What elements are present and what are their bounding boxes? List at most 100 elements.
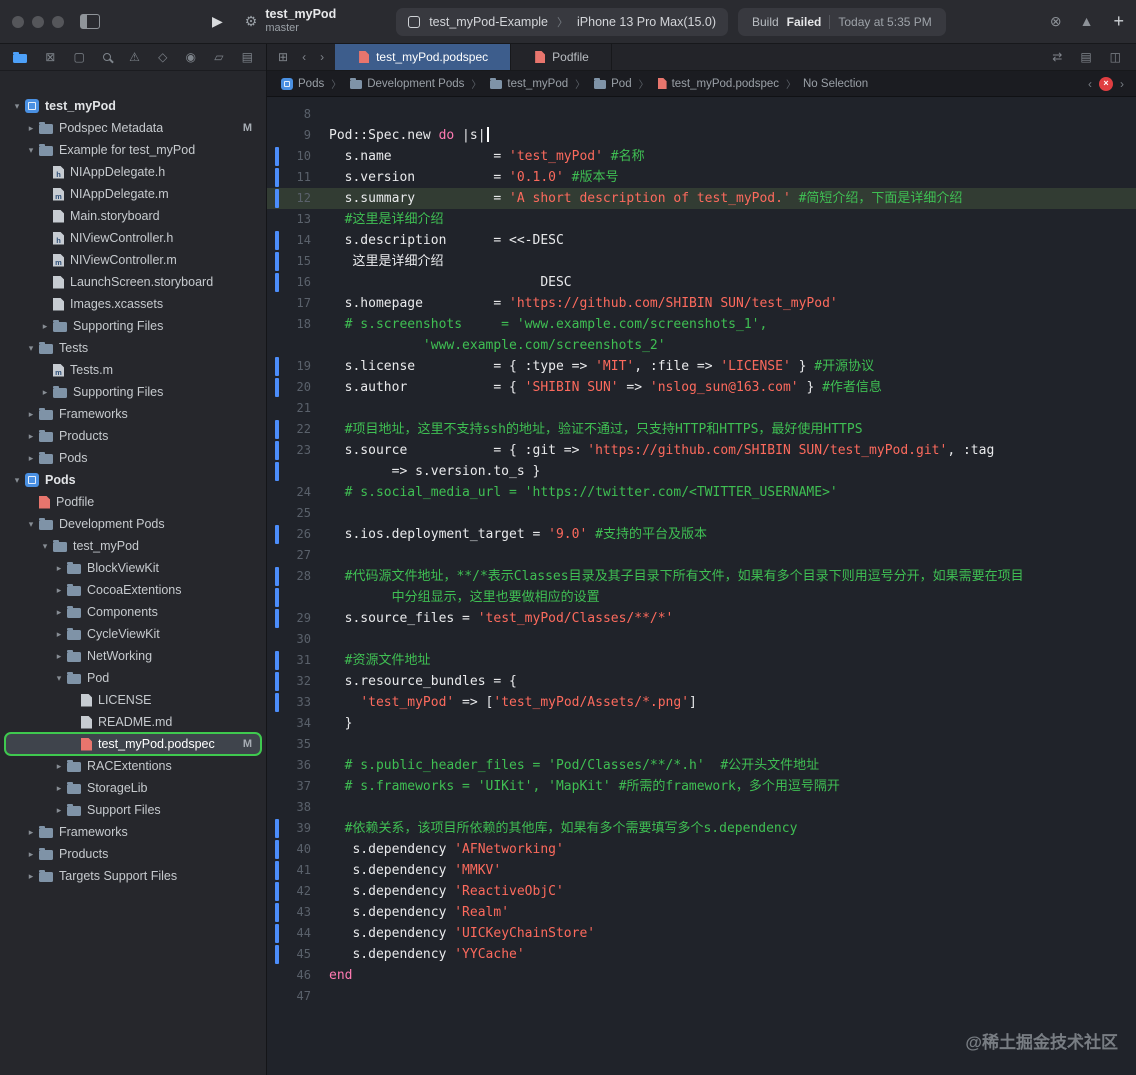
- source-control-navigator-icon[interactable]: ⊠: [45, 50, 55, 64]
- code-line-29[interactable]: 29 s.source_files = 'test_myPod/Classes/…: [267, 608, 1136, 629]
- line-number[interactable]: 18: [267, 314, 311, 335]
- disclosure-triangle-icon[interactable]: ▸: [53, 651, 65, 662]
- debug-navigator-icon[interactable]: ◉: [186, 50, 196, 64]
- line-number[interactable]: 30: [267, 629, 311, 650]
- code-line-33[interactable]: 33 'test_myPod' => ['test_myPod/Assets/*…: [267, 692, 1136, 713]
- code-line-27[interactable]: 27: [267, 545, 1136, 566]
- line-number[interactable]: 27: [267, 545, 311, 566]
- line-number[interactable]: 33: [267, 692, 311, 713]
- line-number[interactable]: 24: [267, 482, 311, 503]
- code-line-34[interactable]: 34 }: [267, 713, 1136, 734]
- sidebar-item-racextentions[interactable]: ▸ RACExtentions: [5, 755, 261, 777]
- sidebar-item-tests-m[interactable]: m Tests.m: [5, 359, 261, 381]
- sidebar-item-components[interactable]: ▸ Components: [5, 601, 261, 623]
- sidebar-item-blockviewkit[interactable]: ▸ BlockViewKit: [5, 557, 261, 579]
- line-number[interactable]: 31: [267, 650, 311, 671]
- code-line-wrap[interactable]: => s.version.to_s }: [267, 461, 1136, 482]
- scheme-project-block[interactable]: ⚙ test_myPod master: [245, 7, 336, 35]
- line-number[interactable]: 15: [267, 251, 311, 272]
- sidebar-item-products[interactable]: ▸ Products: [5, 843, 261, 865]
- activity-warning-icon[interactable]: ▲: [1080, 13, 1094, 30]
- breakpoint-navigator-icon[interactable]: ▱: [214, 50, 223, 64]
- disclosure-triangle-icon[interactable]: ▸: [53, 607, 65, 618]
- sidebar-item-support-files[interactable]: ▸ Support Files: [5, 799, 261, 821]
- sidebar-item-test-mypod-podspec[interactable]: test_myPod.podspec M: [4, 732, 262, 756]
- code-line-25[interactable]: 25: [267, 503, 1136, 524]
- line-number[interactable]: 28: [267, 566, 311, 587]
- disclosure-triangle-icon[interactable]: ▸: [25, 123, 37, 134]
- line-number[interactable]: 26: [267, 524, 311, 545]
- disclosure-triangle-icon[interactable]: ▸: [53, 761, 65, 772]
- sidebar-item-license[interactable]: LICENSE: [5, 689, 261, 711]
- code-line-9[interactable]: 9 Pod::Spec.new do |s|: [267, 125, 1136, 146]
- sidebar-item-pods[interactable]: ▸ Pods: [5, 447, 261, 469]
- code-line-40[interactable]: 40 s.dependency 'AFNetworking': [267, 839, 1136, 860]
- line-number[interactable]: 38: [267, 797, 311, 818]
- sidebar-item-targets-support-files[interactable]: ▸ Targets Support Files: [5, 865, 261, 887]
- previous-issue-icon[interactable]: ‹: [1088, 77, 1092, 91]
- code-line-23[interactable]: 23 s.source = { :git => 'https://github.…: [267, 440, 1136, 461]
- sidebar-item-networking[interactable]: ▸ NetWorking: [5, 645, 261, 667]
- disclosure-triangle-icon[interactable]: ▸: [25, 849, 37, 860]
- back-icon[interactable]: ‹: [297, 50, 311, 64]
- sidebar-item-example-for-test-mypod[interactable]: ▾ Example for test_myPod: [5, 139, 261, 161]
- disclosure-triangle-icon[interactable]: ▾: [11, 101, 23, 112]
- code-line-21[interactable]: 21: [267, 398, 1136, 419]
- code-line-37[interactable]: 37 # s.frameworks = 'UIKit', 'MapKit' #所…: [267, 776, 1136, 797]
- scheme-selector[interactable]: test_myPod-Example 〉 iPhone 13 Pro Max(1…: [396, 7, 728, 36]
- line-number[interactable]: 13: [267, 209, 311, 230]
- line-number[interactable]: 29: [267, 608, 311, 629]
- disclosure-triangle-icon[interactable]: ▸: [39, 321, 51, 332]
- line-number[interactable]: 47: [267, 986, 311, 1007]
- activity-status[interactable]: Build Failed Today at 5:35 PM: [737, 7, 946, 36]
- editor-options-icon[interactable]: ▤: [1075, 50, 1096, 64]
- code-line-28[interactable]: 28 #代码源文件地址，**/*表示Classes目录及其子目录下所有文件，如果…: [267, 566, 1136, 587]
- code-line-45[interactable]: 45 s.dependency 'YYCache': [267, 944, 1136, 965]
- sidebar-item-niappdelegate-m[interactable]: m NIAppDelegate.m: [5, 183, 261, 205]
- code-line-38[interactable]: 38: [267, 797, 1136, 818]
- code-line-35[interactable]: 35: [267, 734, 1136, 755]
- disclosure-triangle-icon[interactable]: ▾: [11, 475, 23, 486]
- disclosure-triangle-icon[interactable]: ▾: [25, 343, 37, 354]
- line-number[interactable]: 20: [267, 377, 311, 398]
- code-review-icon[interactable]: ⇄: [1047, 50, 1067, 64]
- find-navigator-icon[interactable]: [102, 53, 111, 61]
- line-number[interactable]: 22: [267, 419, 311, 440]
- disclosure-triangle-icon[interactable]: ▸: [25, 827, 37, 838]
- code-line-31[interactable]: 31 #资源文件地址: [267, 650, 1136, 671]
- line-number[interactable]: [267, 461, 311, 482]
- breadcrumb-development-pods[interactable]: Development Pods: [348, 77, 464, 90]
- breadcrumb-no-selection[interactable]: No Selection: [803, 78, 868, 90]
- line-number[interactable]: 39: [267, 818, 311, 839]
- sidebar-item-storagelib[interactable]: ▸ StorageLib: [5, 777, 261, 799]
- line-number[interactable]: 42: [267, 881, 311, 902]
- code-line-8[interactable]: 8: [267, 104, 1136, 125]
- line-number[interactable]: 21: [267, 398, 311, 419]
- next-issue-icon[interactable]: ›: [1120, 77, 1124, 91]
- disclosure-triangle-icon[interactable]: ▸: [25, 871, 37, 882]
- code-line-14[interactable]: 14 s.description = <<-DESC: [267, 230, 1136, 251]
- sidebar-item-products[interactable]: ▸ Products: [5, 425, 261, 447]
- sidebar-item-pod[interactable]: ▾ Pod: [5, 667, 261, 689]
- sidebar-item-development-pods[interactable]: ▾ Development Pods: [5, 513, 261, 535]
- code-line-26[interactable]: 26 s.ios.deployment_target = '9.0' #支持的平…: [267, 524, 1136, 545]
- code-line-42[interactable]: 42 s.dependency 'ReactiveObjC': [267, 881, 1136, 902]
- source-editor[interactable]: 8 9 Pod::Spec.new do |s| 10 s.name = 'test_…: [267, 97, 1136, 1075]
- breadcrumb-test-mypod-podspec[interactable]: test_myPod.podspec: [656, 78, 779, 90]
- disclosure-triangle-icon[interactable]: ▸: [53, 563, 65, 574]
- disclosure-triangle-icon[interactable]: ▸: [53, 783, 65, 794]
- report-navigator-icon[interactable]: ▤: [242, 50, 253, 64]
- line-number[interactable]: 25: [267, 503, 311, 524]
- code-line-30[interactable]: 30: [267, 629, 1136, 650]
- sidebar-item-niviewcontroller-h[interactable]: h NIViewController.h: [5, 227, 261, 249]
- line-number[interactable]: 36: [267, 755, 311, 776]
- disclosure-triangle-icon[interactable]: ▸: [39, 387, 51, 398]
- code-line-39[interactable]: 39 #依赖关系，该项目所依赖的其他库，如果有多个需要填写多个s.depende…: [267, 818, 1136, 839]
- test-navigator-icon[interactable]: ◇: [158, 50, 167, 64]
- error-badge[interactable]: ×: [1099, 76, 1113, 91]
- line-number[interactable]: 9: [267, 125, 311, 146]
- line-number[interactable]: 35: [267, 734, 311, 755]
- code-line-15[interactable]: 15 这里是详细介绍: [267, 251, 1136, 272]
- line-number[interactable]: 11: [267, 167, 311, 188]
- code-line-47[interactable]: 47: [267, 986, 1136, 1007]
